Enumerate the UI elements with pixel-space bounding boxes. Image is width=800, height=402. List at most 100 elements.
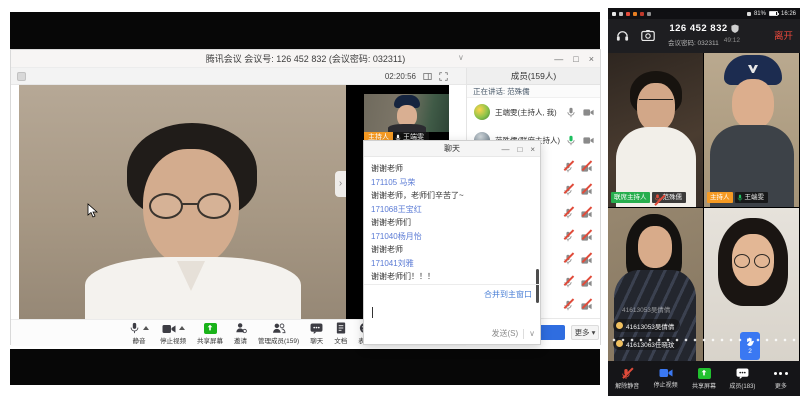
send-options-icon[interactable]: ∨	[529, 329, 535, 338]
maximize-button[interactable]: □	[517, 145, 522, 154]
chat-button[interactable]: 聊天	[310, 322, 323, 345]
signal-icon	[612, 12, 616, 16]
leave-button[interactable]: 离开	[774, 28, 793, 42]
minimize-button[interactable]: —	[554, 54, 563, 64]
tile-name: 王端雯	[735, 192, 769, 203]
speaker-glasses	[197, 193, 231, 219]
mic-muted-icon	[563, 206, 574, 217]
stop-video-button[interactable]: 停止视频	[160, 322, 186, 345]
mute-button[interactable]: 静音	[129, 322, 149, 345]
mic-muted-icon	[563, 183, 574, 194]
share-screen-button[interactable]: 共享屏幕	[685, 361, 723, 396]
chevron-up-icon[interactable]	[143, 326, 149, 330]
speaker-glasses	[149, 193, 183, 219]
chat-scrollbar[interactable]	[536, 269, 539, 303]
camera-off-icon	[581, 275, 592, 286]
layout-icon[interactable]	[423, 72, 432, 81]
invite-button[interactable]: 邀请	[234, 322, 247, 345]
chevron-up-icon[interactable]	[179, 326, 185, 330]
mute-all-button-partial[interactable]	[539, 325, 565, 340]
phone-meeting-header: 126 452 832 会议密码: 032311 49:12 离开	[608, 19, 800, 53]
video-tile[interactable]: 主持人 王端雯	[704, 53, 799, 207]
chat-message: 谢谢老师	[371, 243, 533, 257]
mic-active-icon	[737, 194, 743, 202]
tile-name: 范殊儒	[652, 192, 687, 203]
mic-muted-icon	[621, 367, 633, 379]
share-screen-button[interactable]: 共享屏幕	[197, 322, 223, 345]
camera-off-icon	[581, 183, 592, 194]
cohost-badge: 联席主持人	[611, 192, 650, 203]
mic-icon[interactable]	[566, 107, 576, 118]
notification-icon	[647, 12, 651, 16]
camera-icon[interactable]	[583, 108, 594, 117]
phone-toolbar: 解除静音 停止视频 共享屏幕 成员(183) 更多	[608, 361, 800, 396]
mic-muted-icon	[563, 229, 574, 240]
mic-muted-icon	[563, 298, 574, 309]
clock: 16:26	[781, 11, 796, 17]
close-button[interactable]: ×	[530, 145, 535, 154]
manage-members-button[interactable]: 管理成员(159)	[258, 322, 299, 345]
close-button[interactable]: ×	[589, 54, 594, 64]
chat-titlebar: 聊天 — □ ×	[364, 141, 540, 157]
document-icon	[336, 322, 346, 334]
members-button[interactable]: 成员(183)	[723, 361, 761, 396]
member-row[interactable]: 王端雯(主持人, 我)	[467, 98, 600, 126]
maximize-button[interactable]: □	[573, 54, 578, 64]
unmute-button[interactable]: 解除静音	[608, 361, 646, 396]
fullscreen-icon[interactable]	[439, 72, 448, 81]
send-button[interactable]: 发送(S)	[491, 328, 518, 339]
members-panel-title: 成员(159人)	[467, 68, 600, 85]
glasses	[754, 254, 770, 268]
more-button[interactable]: 更多	[762, 361, 800, 396]
meeting-password: 会议密码: 032311	[668, 37, 719, 47]
raised-hands-badge[interactable]: 2	[740, 332, 760, 360]
more-button[interactable]: 更多 ▾	[571, 325, 599, 340]
wifi-icon	[619, 12, 623, 16]
camera-off-icon	[581, 229, 592, 240]
battery-icon	[769, 11, 778, 16]
self-video-thumbnail[interactable]: 主持人 王端雯	[364, 85, 449, 144]
mic-active-icon[interactable]	[566, 135, 576, 146]
video-black-bar	[346, 85, 364, 319]
notification-icon	[640, 12, 644, 16]
chat-window: 聊天 — □ × 谢谢老师 171105 马荣 谢谢老师，老师们辛苦了~ 171…	[363, 140, 541, 345]
invite-icon	[235, 322, 247, 334]
chat-message: 谢谢老师们！！！	[371, 270, 533, 284]
stop-video-button[interactable]: 停止视频	[646, 361, 684, 396]
video-tile[interactable]: 联席主持人 范殊儒	[608, 53, 703, 207]
members-icon	[736, 368, 749, 379]
docs-button[interactable]: 文档	[334, 322, 347, 345]
minimize-button[interactable]: —	[501, 145, 509, 154]
mic-muted-icon	[563, 160, 574, 171]
camera-icon[interactable]	[583, 136, 594, 145]
phone-meeting-timer: 49:12	[724, 37, 740, 47]
camera-off-icon	[581, 206, 592, 217]
more-icon	[774, 367, 788, 379]
battery-percent: 81%	[754, 11, 766, 17]
mic-muted-icon	[563, 275, 574, 286]
members-icon	[272, 322, 286, 334]
mic-muted-icon	[563, 252, 574, 263]
filmstrip-toggle-icon[interactable]: ›	[335, 171, 346, 197]
hand-raise-pill: 41613053吴倩倩	[613, 319, 680, 332]
notification-icon	[633, 12, 637, 16]
chat-icon	[310, 323, 323, 334]
chat-message-list: 谢谢老师 171105 马荣 谢谢老师，老师们辛苦了~ 171068王宝红 谢谢…	[364, 157, 540, 284]
chat-sender: 171041刘雅	[371, 257, 533, 271]
host-badge: 主持人	[707, 192, 733, 203]
letterbox-bottom	[10, 349, 600, 385]
phone-status-bar: 81% 16:26	[608, 8, 800, 19]
phone-screen: 81% 16:26 126 452 832 会议密码: 032311 49:12…	[608, 8, 800, 396]
glasses	[734, 254, 750, 268]
chat-sender: 171105 马荣	[371, 176, 533, 190]
panel-collapse-icon[interactable]: ∨	[458, 53, 464, 62]
letterbox-top	[10, 12, 600, 49]
chat-sender: 171068王宝红	[371, 203, 533, 217]
camera-off-icon	[581, 252, 592, 263]
meeting-id: 126 452 832	[669, 23, 727, 34]
page-indicator-dots	[612, 338, 796, 342]
mic-icon	[129, 322, 140, 334]
mouse-cursor	[87, 203, 98, 218]
chat-message: 谢谢老师，老师们辛苦了~	[371, 189, 533, 203]
speaking-now: 正在讲话: 范殊儒	[467, 85, 600, 98]
